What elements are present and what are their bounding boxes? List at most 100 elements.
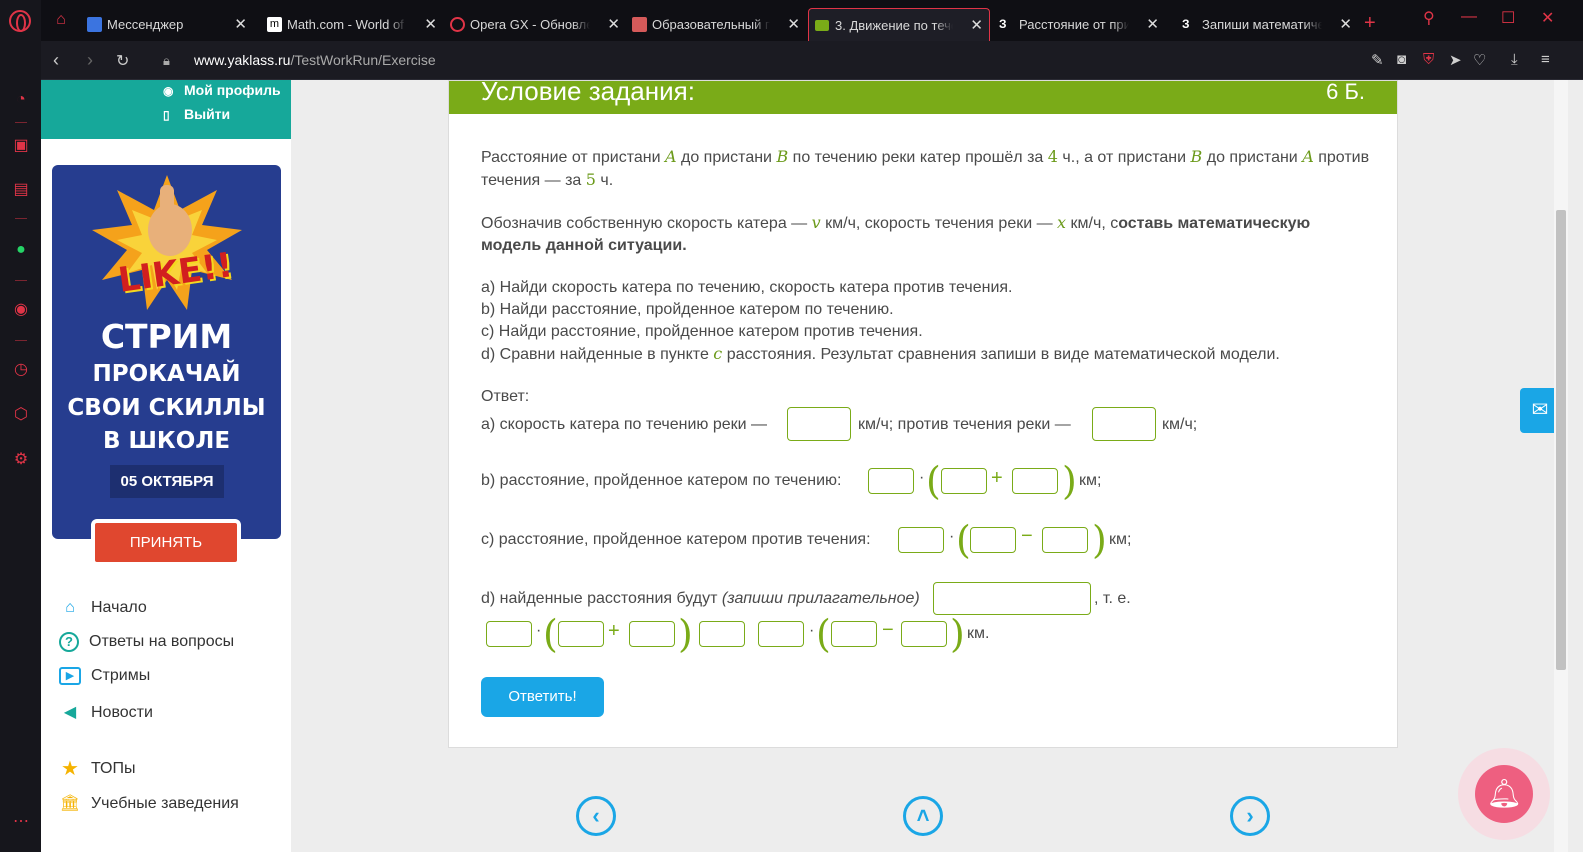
play-icon: ▶ — [59, 667, 81, 685]
tab-edu-portal[interactable]: Образовательный портал ✕ — [626, 8, 806, 41]
answer-d-input-2[interactable] — [558, 621, 604, 647]
sidebar-item-tops[interactable]: ★ ТОПы — [59, 758, 135, 780]
heart-icon[interactable]: ♡ — [1473, 51, 1486, 69]
cube-icon[interactable]: ⬡ — [11, 405, 31, 425]
tab-mathcom[interactable]: m Math.com - World of Math ✕ — [261, 8, 443, 41]
tab-messenger[interactable]: Мессенджер ✕ — [81, 8, 253, 41]
gear-icon[interactable]: ⚙ — [11, 450, 31, 470]
send-icon[interactable]: ➤ — [1449, 51, 1462, 69]
reload-icon[interactable]: ↻ — [116, 51, 129, 71]
close-tab-icon[interactable]: ✕ — [607, 8, 620, 41]
more-icon[interactable]: ⋯ — [11, 812, 31, 832]
math-var: x — [1057, 213, 1067, 232]
history-icon[interactable]: ◷ — [11, 360, 31, 380]
logout-link[interactable]: ▯ Выйти — [163, 106, 230, 122]
answer-d-input-1[interactable] — [486, 621, 532, 647]
task-points: 6 Б. — [1326, 79, 1365, 104]
answer-b-time-input[interactable] — [868, 468, 914, 494]
answer-c-current-input[interactable] — [1042, 527, 1088, 553]
url-field[interactable]: www.yaklass.ru/TestWorkRun/Exercise — [194, 52, 436, 68]
chevron-up-icon: ˄ — [916, 803, 930, 828]
answer-b-current-input[interactable] — [1012, 468, 1058, 494]
close-tab-icon[interactable]: ✕ — [1146, 8, 1159, 41]
whatsapp-icon[interactable]: ● — [11, 240, 31, 260]
favicon-icon: З — [1182, 17, 1190, 31]
left-sidebar: ◉ Мой профиль ▯ Выйти LIKE!! СТРИМ ПРОКАЧА… — [41, 80, 291, 852]
gamepad-icon[interactable]: ⌂ — [51, 10, 71, 30]
sidebar-item-answers[interactable]: ? Ответы на вопросы — [59, 632, 234, 652]
url-domain: www.yaklass.ru — [194, 52, 291, 68]
favicon-icon — [632, 17, 647, 32]
close-tab-icon[interactable]: ✕ — [787, 8, 800, 41]
logout-link-label: Выйти — [184, 106, 231, 122]
answer-b-text: b) расстояние, пройденное катером по теч… — [481, 472, 842, 489]
task-header: Условие задания: 6 Б. — [449, 76, 1397, 114]
close-window-icon[interactable]: ✕ — [1541, 8, 1554, 28]
opera-logo-icon[interactable] — [9, 10, 31, 32]
close-tab-icon[interactable]: ✕ — [1339, 8, 1352, 41]
minimize-icon[interactable]: — — [1461, 8, 1477, 26]
search-icon[interactable]: ⚲ — [1423, 8, 1435, 28]
sidebar-item-label: Учебные заведения — [91, 795, 239, 813]
page-scrollbar[interactable] — [1554, 80, 1568, 852]
answer-d-adjective-input[interactable] — [933, 582, 1091, 615]
answer-a-text-2: км/ч; против течения реки — — [858, 416, 1071, 433]
sidebar-item-news[interactable]: ◀ Новости — [59, 702, 153, 724]
speedometer-icon[interactable]: ◔ — [11, 90, 31, 110]
close-tab-icon[interactable]: ✕ — [234, 8, 247, 41]
tab-math-model[interactable]: З Запиши математическую ✕ — [1176, 8, 1358, 41]
scrollbar-thumb[interactable] — [1556, 210, 1566, 670]
favicon-icon: З — [999, 17, 1007, 31]
close-tab-icon[interactable]: ✕ — [970, 9, 983, 41]
star-icon: ★ — [61, 758, 79, 780]
answer-d-sign-input[interactable] — [699, 621, 745, 647]
answer-d-unit: км. — [967, 625, 990, 642]
profile-link[interactable]: ◉ Мой профиль — [163, 82, 281, 98]
join-button[interactable]: ПРИНЯТЬ УЧАСТИЕ — [91, 519, 241, 590]
back-icon[interactable]: ‹ — [53, 50, 59, 71]
edit-icon[interactable]: ✎ — [1371, 51, 1384, 69]
sidebar-item-streams[interactable]: ▶ Стримы — [59, 667, 150, 685]
tab-label: Образовательный портал — [652, 17, 770, 32]
tab-current[interactable]: 3. Движение по течению ✕ — [808, 8, 990, 41]
twitch-icon[interactable]: ▤ — [11, 180, 31, 200]
up-button[interactable]: ˄ — [903, 796, 943, 836]
text-fragment: км/ч, с — [1070, 215, 1119, 232]
multiply-dot: · — [536, 622, 542, 639]
tab-distance[interactable]: З Расстояние от пристани ✕ — [993, 8, 1165, 41]
sidebar-item-home[interactable]: ⌂ Начало — [59, 597, 147, 619]
close-tab-icon[interactable]: ✕ — [424, 8, 437, 41]
sidebar-item-schools[interactable]: 🏛︎ Учебные заведения — [59, 793, 239, 815]
stream-ad-banner[interactable]: LIKE!! СТРИМ ПРОКАЧАЙ СВОИ СКИЛЛЫ В ШКОЛ… — [52, 165, 281, 539]
next-task-button[interactable]: › — [1230, 796, 1270, 836]
notifications-button[interactable]: 🔔︎ — [1458, 748, 1550, 840]
player-icon[interactable]: ◉ — [11, 300, 31, 320]
new-tab-icon[interactable]: + — [1364, 12, 1376, 35]
answer-d-input-4[interactable] — [758, 621, 804, 647]
submit-button[interactable]: Ответить! — [481, 677, 604, 717]
text-fragment: Расстояние от пристани — [481, 149, 661, 166]
download-icon[interactable]: ⤓ — [1511, 51, 1518, 68]
math-var: c — [713, 344, 723, 363]
answer-d-input-3[interactable] — [629, 621, 675, 647]
answer-d-input-5[interactable] — [831, 621, 877, 647]
maximize-icon[interactable]: ☐ — [1501, 8, 1515, 28]
tab-opera-gx[interactable]: Opera GX - Обновления ✕ — [444, 8, 626, 41]
answer-a-upstream-input[interactable] — [1092, 407, 1156, 441]
tab-label: Мессенджер — [107, 17, 184, 32]
text-fragment: d) Сравни найденные в пункте — [481, 346, 709, 363]
answer-c-time-input[interactable] — [898, 527, 944, 553]
answer-d-input-6[interactable] — [901, 621, 947, 647]
menu-icon[interactable]: ≡ — [1541, 51, 1550, 68]
chevron-right-icon: › — [1246, 803, 1254, 828]
bag-icon[interactable]: ▣ — [11, 136, 31, 156]
camera-icon[interactable]: ◙ — [1397, 51, 1406, 68]
answer-b-speed-input[interactable] — [941, 468, 987, 494]
shield-icon[interactable]: ⛨ — [1423, 51, 1434, 68]
prev-task-button[interactable]: ‹ — [576, 796, 616, 836]
answer-a-downstream-input[interactable] — [787, 407, 851, 441]
text-fragment: по течению реки катер прошёл за — [792, 149, 1044, 166]
forward-icon[interactable]: › — [87, 50, 93, 71]
answer-c-speed-input[interactable] — [970, 527, 1016, 553]
sidebar-divider — [15, 340, 27, 341]
